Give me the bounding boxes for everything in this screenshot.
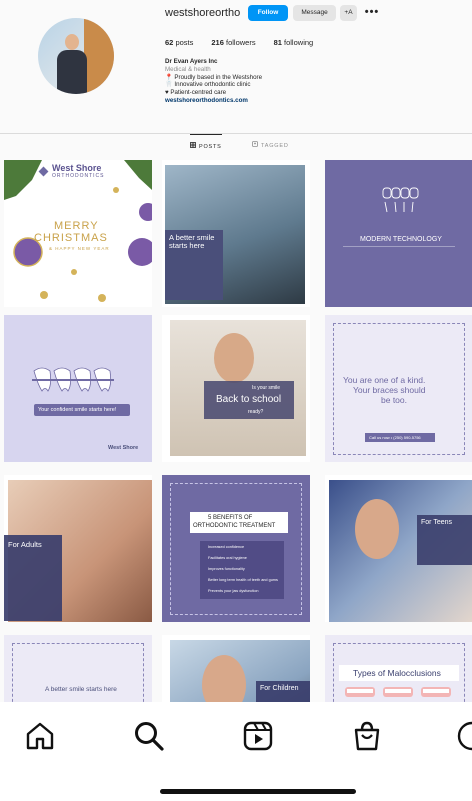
tab-posts-label: POSTS [199, 144, 222, 150]
instagram-profile-screen: westshoreortho Follow Message +A ••• 62 … [0, 0, 472, 801]
post-better-smile-dentist[interactable]: A better smile starts here [162, 160, 310, 307]
post-headline: For Adults [8, 540, 42, 549]
benefit-item: Increased confidence [208, 545, 245, 549]
home-indicator[interactable] [160, 789, 356, 794]
post-headline: A better smile starts here [45, 686, 117, 693]
following-count-value: 81 [273, 38, 282, 47]
post-back-to-school[interactable]: Is your smile Back to school ready? [162, 315, 310, 462]
bottom-navigation [0, 702, 472, 801]
bio-line-clinic: 🦷 Innovative orthodontic clinic [165, 81, 251, 89]
add-person-icon: +A [344, 9, 353, 16]
benefit-item: Facilitates oral hygiene [208, 556, 247, 560]
profile-bio: Dr Evan Ayers Inc Medical & health 📍 Pro… [165, 58, 262, 105]
avatar-background [84, 18, 114, 94]
following-count-label: following [284, 38, 314, 47]
ellipsis-icon: ••• [364, 6, 380, 18]
shop-icon[interactable] [351, 720, 383, 752]
more-options-button[interactable]: ••• [363, 5, 381, 21]
benefit-item: Prevents your jaw dysfunction [208, 589, 259, 593]
post-headline: A better smile starts here [169, 233, 215, 250]
post-brand-sub: ORTHODONTICS [52, 173, 105, 179]
post-christmas[interactable]: West Shore ORTHODONTICS MERRY CHRISTMAS … [4, 160, 152, 307]
post-line2: Your braces should [353, 385, 426, 395]
bio-website-link[interactable]: westshoreorthodontics.com [165, 97, 262, 105]
post-headline: MODERN TECHNOLOGY [360, 236, 442, 243]
teeth-outline-icon [343, 187, 455, 247]
following-count[interactable]: 81 following [274, 38, 314, 47]
profile-stats: 62 posts 216 followers 81 following [165, 38, 331, 47]
profile-tabs: POSTS TAGGED [0, 134, 472, 158]
post-brand: West Shore [108, 445, 139, 451]
reels-icon[interactable] [242, 720, 274, 752]
post-caption: Your confident smile starts here! [38, 407, 117, 413]
profile-header: westshoreortho Follow Message +A ••• 62 … [0, 0, 472, 132]
avatar-person-head [65, 34, 79, 50]
post-brand: West Shore [52, 163, 102, 173]
post-merry: MERRY [54, 220, 99, 232]
post-modern-technology[interactable]: MODERN TECHNOLOGY [325, 160, 472, 307]
post-new-year: & HAPPY NEW YEAR [49, 246, 110, 251]
tab-posts[interactable]: POSTS [190, 134, 222, 158]
bio-category: Medical & health [165, 65, 211, 73]
post-line2: Back to school [216, 394, 282, 405]
post-headline: For Children [260, 685, 299, 692]
post-headline: For Teens [421, 519, 452, 526]
bio-name: Dr Evan Ayers Inc [165, 58, 218, 65]
girl-face [214, 333, 254, 383]
grid-icon [190, 135, 196, 159]
profile-username: westshoreortho [165, 7, 241, 19]
post-confident-smile[interactable]: Your confident smile starts here! West S… [4, 315, 152, 462]
avatar-person-body [57, 50, 87, 94]
benefit-item: Improves functionality [208, 567, 245, 571]
followers-count[interactable]: 216 followers [211, 38, 255, 47]
search-icon[interactable] [133, 720, 165, 752]
post-christmas-title: CHRISTMAS [34, 232, 108, 244]
posts-count: 62 posts [165, 38, 193, 47]
post-line1: Is your smile [252, 385, 281, 391]
profile-icon[interactable] [456, 720, 472, 752]
post-title-line1: 5 BENEFITS OF [208, 515, 253, 521]
post-five-benefits[interactable]: 5 BENEFITS OF ORTHODONTIC TREATMENT Incr… [162, 475, 310, 622]
message-button[interactable]: Message [293, 5, 336, 21]
post-for-adults[interactable]: For Adults [4, 475, 152, 622]
tab-tagged-label: TAGGED [261, 143, 289, 149]
post-line1: You are one of a kind. [343, 375, 426, 385]
posts-count-value: 62 [165, 38, 174, 47]
followers-count-label: followers [225, 38, 256, 47]
post-for-teens[interactable]: For Teens [325, 475, 472, 622]
bio-line-care: ♥ Patient-centred care [165, 89, 227, 97]
posts-count-label: posts [175, 38, 194, 47]
teen-face [355, 499, 399, 559]
tag-icon [252, 134, 258, 158]
post-title-line2: ORTHODONTIC TREATMENT [193, 523, 276, 529]
suggest-users-button[interactable]: +A [340, 5, 357, 21]
home-icon[interactable] [24, 720, 56, 752]
post-cta: Call us now • (250) 590-5756 [369, 435, 421, 440]
post-line3: be too. [381, 395, 407, 405]
post-line3: ready? [248, 409, 264, 415]
followers-count-value: 216 [211, 38, 224, 47]
tab-tagged[interactable]: TAGGED [252, 134, 289, 158]
happy-teeth-art [32, 367, 114, 392]
post-one-of-a-kind[interactable]: You are one of a kind. Your braces shoul… [325, 315, 472, 462]
benefit-item: Better long term health of teeth and gum… [208, 578, 278, 582]
avatar[interactable] [38, 18, 114, 94]
follow-button[interactable]: Follow [248, 5, 288, 21]
